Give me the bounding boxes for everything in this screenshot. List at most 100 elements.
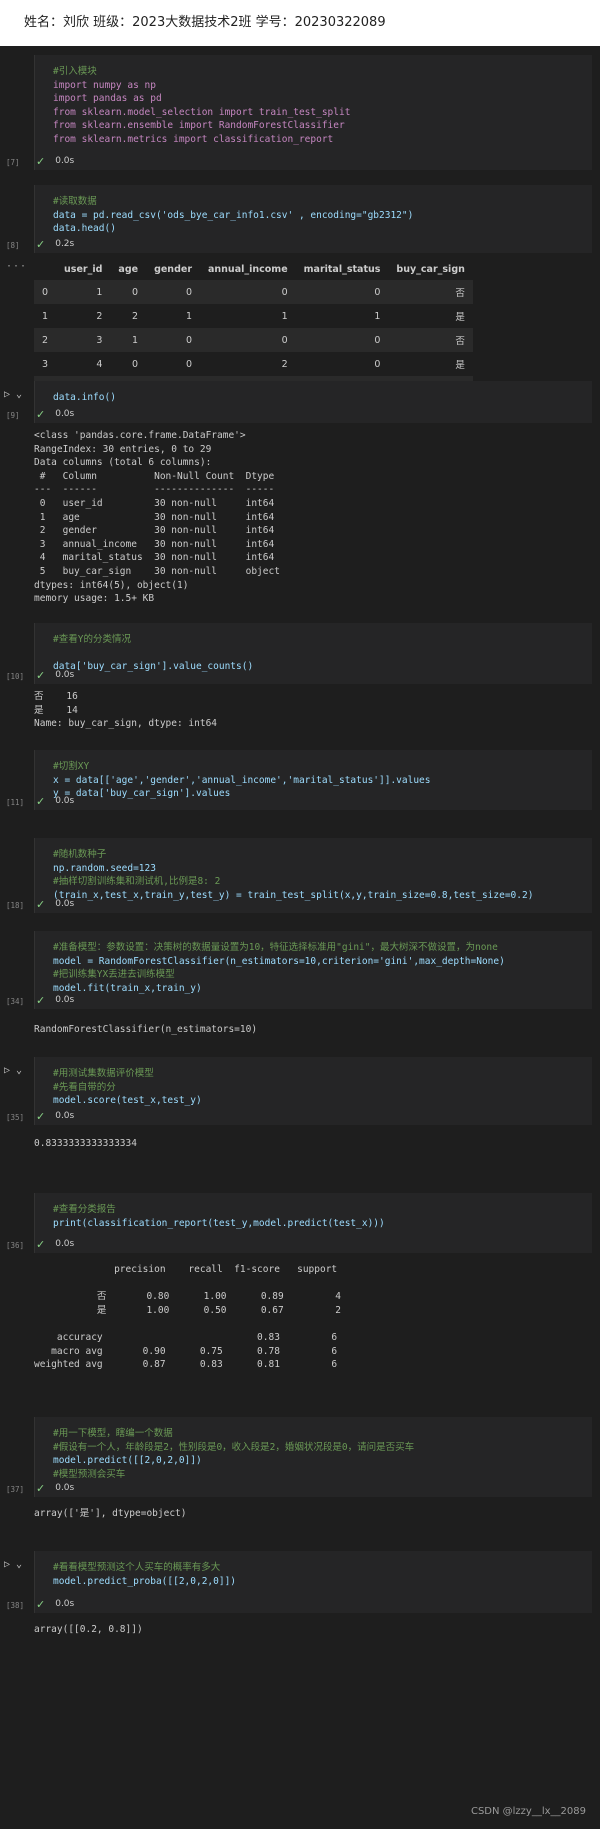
table-cell: 1 xyxy=(110,328,147,352)
code-cell[interactable]: #随机数种子 np.random.seed=123 #抽样切割训练集和测试机,比… xyxy=(0,838,600,913)
code-cell[interactable]: ▷ ⌄ #看看模型预测这个人买车的概率有多大 model.predict_pro… xyxy=(0,1551,600,1613)
column-header: user_id xyxy=(64,264,103,275)
execution-count: [8] xyxy=(6,241,20,250)
execution-count: [37] xyxy=(6,1485,25,1494)
execution-count: [35] xyxy=(6,1113,25,1122)
code-editor[interactable]: #引入模块 import numpy as np import pandas a… xyxy=(34,55,592,170)
check-icon: ✓ xyxy=(36,1597,46,1611)
code-cell[interactable]: #用一下模型，瞎编一个数据 #假设有一个人，年龄段是2，性别段是0，收入段是2，… xyxy=(0,1417,600,1497)
code-cell[interactable]: ▷ ⌄ #用测试集数据评价模型 #先看自带的分 model.score(test… xyxy=(0,1057,600,1125)
code-editor[interactable]: #切割XY x = data[['age','gender','annual_i… xyxy=(34,750,592,810)
code-cell[interactable]: #读取数据 data = pd.read_csv('ods_bye_car_in… xyxy=(0,185,600,253)
check-icon: ✓ xyxy=(36,897,46,911)
table-cell: 是 xyxy=(455,360,465,371)
execution-count: [18] xyxy=(6,901,25,910)
execution-count: [9] xyxy=(6,411,20,420)
check-icon: ✓ xyxy=(36,407,46,421)
table-cell: 1 xyxy=(281,310,288,322)
table-cell: 2 xyxy=(96,310,103,322)
row-index: 0 xyxy=(34,280,57,304)
execution-count: [34] xyxy=(6,997,25,1006)
code-editor[interactable]: #查看Y的分类情况 data['buy_car_sign'].value_cou… xyxy=(34,623,592,684)
code-cell[interactable]: #查看Y的分类情况 data['buy_car_sign'].value_cou… xyxy=(0,623,600,684)
column-header xyxy=(34,259,56,280)
table-cell: 0 xyxy=(374,358,381,370)
execution-count: [11] xyxy=(6,798,25,807)
check-icon: ✓ xyxy=(36,993,46,1007)
table-cell: 是 xyxy=(455,312,465,323)
watermark: CSDN @lzzy__lx__2089 xyxy=(470,1806,586,1817)
code-cell[interactable]: #切割XY x = data[['age','gender','annual_i… xyxy=(0,750,600,810)
cell-status: ✓ 0.0s xyxy=(36,668,75,682)
code-editor[interactable]: data.info() xyxy=(34,381,592,423)
cell-status: ✓ 0.2s xyxy=(36,237,75,251)
cell-output: ···<class 'pandas.core.frame.DataFrame'>… xyxy=(34,430,280,605)
table-cell: 0 xyxy=(110,280,147,304)
column-header: annual_income xyxy=(208,264,288,275)
code-editor[interactable]: #看看模型预测这个人买车的概率有多大 model.predict_proba([… xyxy=(34,1551,592,1613)
cell-output: precision recall f1-score support 否 0.80… xyxy=(34,1264,341,1371)
column-header: gender xyxy=(154,264,192,275)
cell-status: ✓ 0.0s xyxy=(36,897,75,911)
cell-output: 0.8333333333333334 xyxy=(34,1138,137,1149)
check-icon: ✓ xyxy=(36,794,46,808)
code-cell[interactable]: #查看分类报告 print(classification_report(test… xyxy=(0,1193,600,1253)
table-row: 010000否 xyxy=(34,280,473,304)
table-cell: 0 xyxy=(295,280,389,304)
table-row: 1 2 2 1 1 1 是 xyxy=(34,304,473,328)
table-cell: 1 xyxy=(56,280,111,304)
code-cell[interactable]: #引入模块 import numpy as np import pandas a… xyxy=(0,55,600,170)
table-row: 231000否 xyxy=(34,328,473,352)
code-editor[interactable]: #准备模型：参数设置：决策树的数据量设置为10，特征选择标准用"gini"，最大… xyxy=(34,931,592,1009)
play-icon[interactable]: ▷ ⌄ xyxy=(4,1065,22,1076)
cell-output: ··· user_id age gender annual_income marital… xyxy=(0,259,600,400)
ellipsis-icon[interactable]: ··· xyxy=(6,261,27,272)
code-editor[interactable]: #用一下模型，瞎编一个数据 #假设有一个人，年龄段是2，性别段是0，收入段是2，… xyxy=(34,1417,592,1497)
play-icon[interactable]: ▷ ⌄ xyxy=(4,389,22,400)
code-cell[interactable]: ▷ ⌄ data.info() [9] ✓ 0.0s xyxy=(0,381,600,423)
table-cell: 0 xyxy=(185,358,192,370)
cell-status: ✓ 0.0s xyxy=(36,154,75,168)
check-icon: ✓ xyxy=(36,154,46,168)
check-icon: ✓ xyxy=(36,237,46,251)
table-cell: 2 xyxy=(132,310,139,322)
code-cell[interactable]: #准备模型：参数设置：决策树的数据量设置为10，特征选择标准用"gini"，最大… xyxy=(0,931,600,1009)
table-cell: 0 xyxy=(200,280,296,304)
code-editor[interactable]: #查看分类报告 print(classification_report(test… xyxy=(34,1193,592,1253)
table-row: 3 4 0 0 2 0 是 xyxy=(34,352,473,376)
table-cell: 1 xyxy=(185,310,192,322)
execution-count: [7] xyxy=(6,158,20,167)
code-editor[interactable]: #读取数据 data = pd.read_csv('ods_bye_car_in… xyxy=(34,185,592,253)
cell-status: ✓ 0.0s xyxy=(36,407,75,421)
table-cell: 4 xyxy=(96,358,103,370)
cell-status: ✓ 0.0s xyxy=(36,993,75,1007)
check-icon: ✓ xyxy=(36,1237,46,1251)
row-index: 1 xyxy=(42,310,49,322)
row-index: 2 xyxy=(34,328,57,352)
dataframe-table: user_id age gender annual_income marital_sta… xyxy=(34,259,473,400)
code-editor[interactable]: #随机数种子 np.random.seed=123 #抽样切割训练集和测试机,比… xyxy=(34,838,592,913)
column-header: age xyxy=(118,264,139,275)
table-cell: 0 xyxy=(132,358,139,370)
table-cell: 0 xyxy=(146,328,200,352)
play-icon[interactable]: ▷ ⌄ xyxy=(4,1559,22,1570)
cell-status: ✓ 0.0s xyxy=(36,1597,75,1611)
table-cell: 0 xyxy=(146,280,200,304)
table-cell: 否 xyxy=(388,328,473,352)
cell-status: ✓ 0.0s xyxy=(36,1481,75,1495)
check-icon: ✓ xyxy=(36,1481,46,1495)
table-cell: 3 xyxy=(56,328,111,352)
table-header-row: user_id age gender annual_income marital_sta… xyxy=(34,259,473,280)
column-header: marital_status xyxy=(303,264,381,275)
code-editor[interactable]: #用测试集数据评价模型 #先看自带的分 model.score(test_x,t… xyxy=(34,1057,592,1125)
execution-count: [10] xyxy=(6,672,25,681)
table-cell: 1 xyxy=(374,310,381,322)
table-cell: 0 xyxy=(295,328,389,352)
table-cell: 0 xyxy=(200,328,296,352)
column-header: buy_car_sign xyxy=(396,264,465,275)
execution-count: [36] xyxy=(6,1241,25,1250)
row-index: 3 xyxy=(42,358,49,370)
cell-output: 否 16 是 14 Name: buy_car_sign, dtype: int… xyxy=(34,691,218,730)
table-cell: 否 xyxy=(388,280,473,304)
cell-output: RandomForestClassifier(n_estimators=10) xyxy=(34,1024,258,1035)
